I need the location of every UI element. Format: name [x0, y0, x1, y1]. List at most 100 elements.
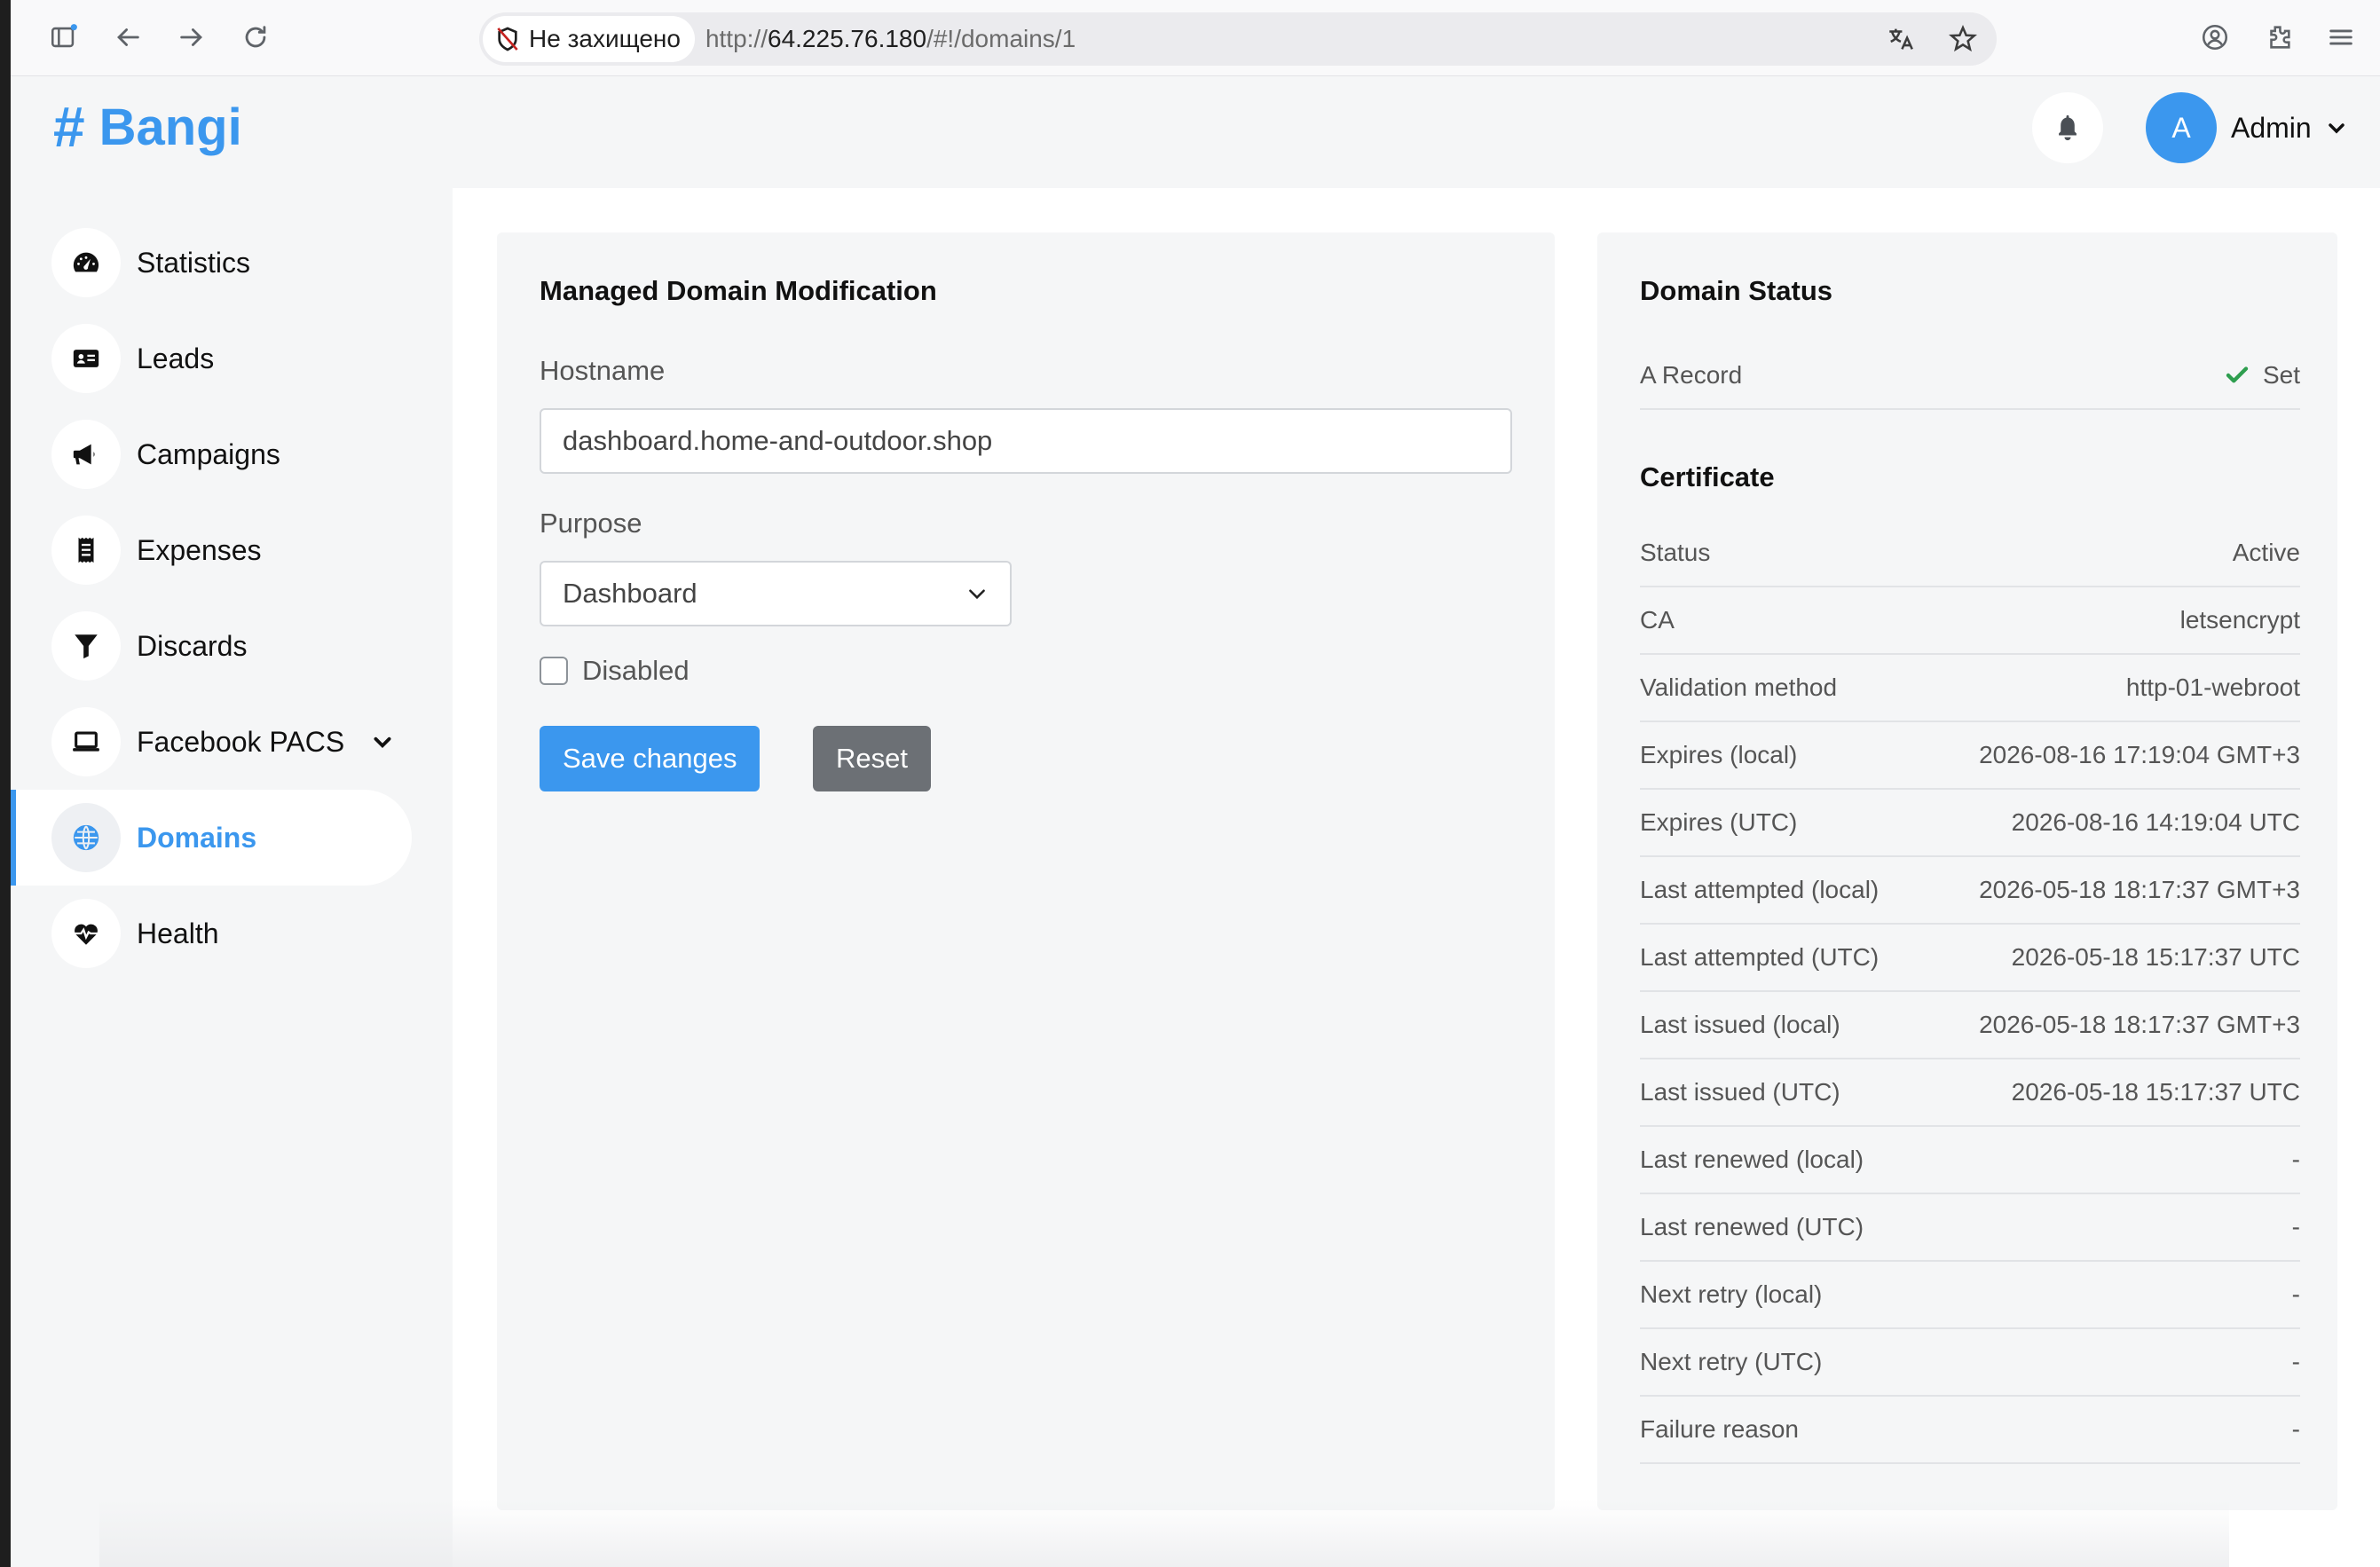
gauge-icon: [51, 228, 121, 297]
disabled-label: Disabled: [582, 655, 690, 686]
id-card-icon: [51, 324, 121, 393]
cert-row-last-renewed-local: Last renewed (local) -: [1640, 1127, 2300, 1194]
hostname-input[interactable]: [540, 408, 1512, 474]
app-header: # Bangi A Admin: [11, 76, 2380, 188]
purpose-selected-value: Dashboard: [563, 578, 697, 609]
row-label: CA: [1640, 606, 1675, 634]
cert-row-last-issued-utc: Last issued (UTC) 2026-05-18 15:17:37 UTC: [1640, 1059, 2300, 1127]
sidebar-item-leads[interactable]: Leads: [11, 311, 412, 406]
url-host: 64.225.76.180: [768, 25, 927, 52]
cert-row-ca: CA letsencrypt: [1640, 587, 2300, 655]
cert-row-last-attempted-utc: Last attempted (UTC) 2026-05-18 15:17:37 …: [1640, 925, 2300, 992]
menu-icon[interactable]: [2320, 16, 2362, 59]
row-label: Next retry (UTC): [1640, 1348, 1823, 1375]
purpose-label: Purpose: [540, 508, 642, 539]
globe-icon: [51, 803, 121, 872]
row-value: 2026-05-18 15:17:37 UTC: [2011, 943, 2300, 971]
row-label: Status: [1640, 539, 1711, 566]
cert-row-next-retry-utc: Next retry (UTC) -: [1640, 1329, 2300, 1397]
row-label: Last attempted (UTC): [1640, 943, 1880, 971]
chevron-down-icon[interactable]: [371, 730, 394, 753]
logo-text: Bangi: [99, 98, 242, 156]
bookmark-star-icon[interactable]: [1942, 18, 1984, 60]
sidebar-item-discards[interactable]: Discards: [11, 598, 412, 694]
row-value: Active: [2232, 539, 2300, 566]
row-label: Validation method: [1640, 673, 1838, 701]
row-value: 2026-05-18 15:17:37 UTC: [2011, 1078, 2300, 1106]
user-menu[interactable]: A Admin: [2146, 92, 2347, 163]
sidebar-item-facebook-pacs[interactable]: Facebook PACS: [11, 694, 412, 790]
app-logo[interactable]: # Bangi: [53, 94, 242, 160]
cert-row-expires-utc: Expires (UTC) 2026-08-16 14:19:04 UTC: [1640, 790, 2300, 857]
disabled-checkbox[interactable]: [540, 657, 568, 685]
row-label: Last issued (UTC): [1640, 1078, 1840, 1106]
row-label: Last issued (local): [1640, 1011, 1840, 1038]
sidebar-item-health[interactable]: Health: [11, 886, 412, 981]
card-title: Domain Status: [1640, 275, 1833, 306]
url-scheme: http://: [705, 25, 768, 52]
save-changes-button[interactable]: Save changes: [540, 726, 760, 791]
notifications-button[interactable]: [2032, 92, 2103, 163]
sidebar-item-expenses[interactable]: Expenses: [11, 502, 412, 598]
row-value: 2026-05-18 18:17:37 GMT+3: [1979, 876, 2300, 903]
row-value: -: [2291, 1415, 2300, 1443]
address-bar[interactable]: Не захищено http://64.225.76.180/#!/doma…: [479, 12, 1997, 66]
shield-slash-icon: [497, 27, 518, 51]
disabled-checkbox-row[interactable]: Disabled: [540, 655, 690, 687]
reset-button[interactable]: Reset: [813, 726, 931, 791]
avatar: A: [2146, 92, 2217, 163]
a-record-row: A Record Set: [1640, 343, 2300, 410]
translate-icon[interactable]: [1880, 18, 1922, 60]
sidebar-item-label: Discards: [137, 629, 248, 662]
row-label: Last renewed (local): [1640, 1146, 1864, 1173]
chevron-down-icon: [2328, 123, 2345, 134]
row-label: Expires (UTC): [1640, 808, 1798, 836]
row-value: -: [2291, 1213, 2300, 1240]
cert-row-last-issued-local: Last issued (local) 2026-05-18 18:17:37 G…: [1640, 992, 2300, 1059]
sidebar-item-statistics[interactable]: Statistics: [11, 215, 412, 311]
url-text[interactable]: http://64.225.76.180/#!/domains/1: [705, 25, 1076, 53]
certificate-heading: Certificate: [1640, 461, 1775, 492]
sidebar-item-label: Health: [137, 917, 219, 949]
row-value: letsencrypt: [2179, 606, 2300, 634]
sidebar-item-campaigns[interactable]: Campaigns: [11, 406, 412, 502]
cert-row-failure-reason: Failure reason -: [1640, 1397, 2300, 1464]
cert-row-status: Status Active: [1640, 520, 2300, 587]
sidebar: Statistics Leads Campaigns Expenses Disc…: [11, 188, 453, 1567]
sidebar-item-label: Domains: [137, 821, 257, 854]
row-value: 2026-05-18 18:17:37 GMT+3: [1979, 1011, 2300, 1038]
row-label: Failure reason: [1640, 1415, 1799, 1443]
security-label: Не захищено: [529, 25, 681, 52]
cert-row-last-attempted-local: Last attempted (local) 2026-05-18 18:17:3…: [1640, 857, 2300, 925]
domain-edit-card: Managed Domain Modification Hostname Pur…: [497, 232, 1555, 1510]
row-value: -: [2291, 1146, 2300, 1173]
sidebar-item-label: Facebook PACS: [137, 725, 345, 758]
hostname-label: Hostname: [540, 355, 666, 386]
heartbeat-icon: [51, 899, 121, 968]
row-value: -: [2291, 1280, 2300, 1308]
row-value: -: [2291, 1348, 2300, 1375]
reload-icon[interactable]: [234, 16, 277, 59]
sidebar-toggle-icon[interactable]: [43, 16, 85, 59]
browser-toolbar: Не захищено http://64.225.76.180/#!/doma…: [11, 0, 2380, 76]
cert-row-validation-method: Validation method http-01-webroot: [1640, 655, 2300, 722]
row-label: Last renewed (UTC): [1640, 1213, 1864, 1240]
sidebar-item-domains[interactable]: Domains: [11, 790, 412, 886]
url-path: /#!/domains/1: [926, 25, 1076, 52]
row-value: 2026-08-16 14:19:04 UTC: [2011, 808, 2300, 836]
domain-status-card: Domain Status A Record Set Certificate S…: [1597, 232, 2337, 1510]
chevron-down-icon: [969, 589, 985, 600]
card-title: Managed Domain Modification: [540, 275, 937, 306]
profile-icon[interactable]: [2194, 16, 2236, 59]
bell-icon: [2059, 114, 2077, 141]
back-arrow-icon[interactable]: [106, 16, 149, 59]
a-record-value: Set: [2262, 361, 2300, 389]
security-indicator[interactable]: Не захищено: [483, 16, 695, 62]
forward-arrow-icon[interactable]: [170, 16, 213, 59]
purpose-select[interactable]: Dashboard: [540, 561, 1012, 626]
extensions-icon[interactable]: [2258, 16, 2300, 59]
filter-icon: [51, 611, 121, 681]
user-name: Admin: [2231, 111, 2312, 144]
receipt-icon: [51, 516, 121, 585]
row-label: Next retry (local): [1640, 1280, 1823, 1308]
